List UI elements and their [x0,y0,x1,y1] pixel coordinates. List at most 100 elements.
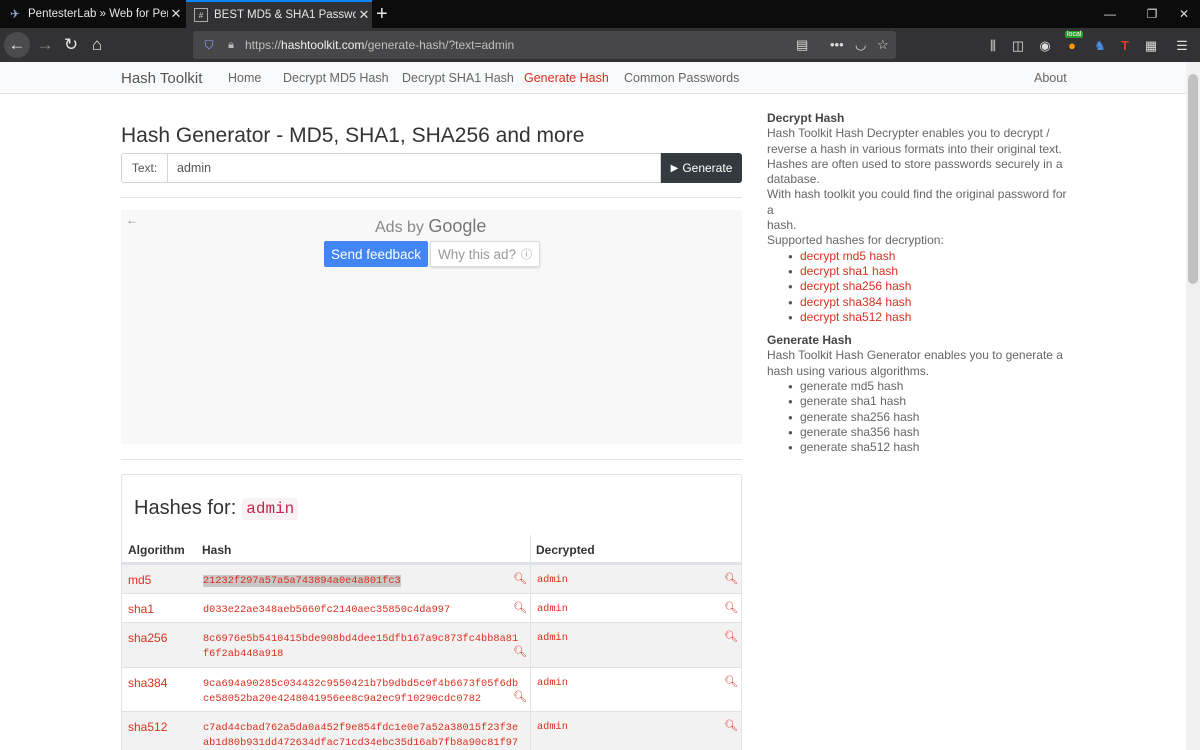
search-icon[interactable]: 🔍︎ [513,572,527,585]
close-icon[interactable]: ✕ [168,6,184,22]
page-actions-icon[interactable]: ••• [830,31,844,59]
algorithm-link[interactable]: md5 [128,573,151,587]
ad-back-arrow-icon[interactable]: ← [126,213,138,227]
decrypt-sha256-link[interactable]: decrypt sha256 hash [800,279,911,293]
search-icon[interactable]: 🔍︎ [724,675,738,688]
decrypted-value[interactable]: admin [537,574,568,586]
nav-generate-hash[interactable]: Generate Hash [524,71,609,85]
search-icon[interactable]: 🔍︎ [724,601,738,614]
search-icon[interactable]: 🔍︎ [724,572,738,585]
account-icon[interactable]: ◉ [1035,37,1055,55]
decrypted-value[interactable]: admin [537,721,568,733]
page-title: Hash Generator - MD5, SHA1, SHA256 and m… [121,124,585,147]
restore-icon[interactable]: ❐ [1134,0,1170,28]
table-row: md5 21232f297a57a5a743894a0e4a801fc3 🔍︎ … [122,564,741,594]
home-icon[interactable]: ⌂ [84,32,110,58]
decrypted-value[interactable]: admin [537,632,568,644]
algorithm-link[interactable]: sha256 [128,631,167,645]
nav-home[interactable]: Home [228,71,261,85]
header-decrypted: Decrypted [530,535,741,564]
text-input[interactable]: admin [167,153,661,183]
why-this-ad-button[interactable]: Why this ad? ⓘ [430,241,540,267]
library-icon[interactable]: ⫼ [983,37,1003,55]
pentesterlab-favicon-icon: ✈ [9,7,21,21]
hash-value[interactable]: 8c6976e5b5410415bde908bd4dee15dfb167a9c8… [203,632,523,662]
list-item: decrypt md5 hash [788,249,1067,265]
pocket-icon[interactable]: ◡ [855,31,866,59]
close-icon[interactable]: ✕ [356,7,372,23]
decrypted-value[interactable]: admin [537,603,568,615]
reader-view-icon[interactable]: ▤ [796,31,808,59]
minimize-icon[interactable]: — [1092,0,1128,28]
decrypt-sha1-link[interactable]: decrypt sha1 hash [800,264,898,278]
algorithm-link[interactable]: sha1 [128,602,154,616]
window-close-icon[interactable]: ✕ [1166,0,1200,28]
search-icon[interactable]: 🔍︎ [513,690,527,703]
ads-by-google: Ads by Google [375,216,487,236]
lock-icon[interactable]: 🔒︎ [223,39,239,52]
column-separator [530,565,531,594]
list-item: generate sha1 hash [788,394,1067,410]
list-item: generate sha356 hash [788,425,1067,441]
sidebar: Decrypt Hash Hash Toolkit Hash Decrypter… [767,111,1067,456]
extension-t-icon[interactable]: T [1115,37,1135,55]
nav-decrypt-sha1[interactable]: Decrypt SHA1 Hash [402,71,514,85]
algorithm-link[interactable]: sha384 [128,676,167,690]
menu-icon[interactable]: ☰ [1172,37,1192,55]
hash-value[interactable]: 21232f297a57a5a743894a0e4a801fc3 [203,574,523,589]
hash-value[interactable]: d033e22ae348aeb5660fc2140aec35850c4da997 [203,603,523,618]
browser-toolbar: ← → ↻ ⌂ ⛉ 🔒︎ https://hashtoolkit.com/gen… [0,28,1200,62]
tracking-shield-icon[interactable]: ⛉ [199,38,219,53]
scrollbar-thumb[interactable] [1188,74,1198,284]
nav-decrypt-md5[interactable]: Decrypt MD5 Hash [283,71,389,85]
search-icon[interactable]: 🔍︎ [724,630,738,643]
table-row: sha1 d033e22ae348aeb5660fc2140aec35850c4… [122,593,741,623]
search-icon[interactable]: 🔍︎ [513,645,527,658]
generate-items-list: generate md5 hash generate sha1 hash gen… [788,379,1067,456]
text-label: Text: [121,153,167,183]
list-item: decrypt sha256 hash [788,279,1067,295]
bookmark-star-icon[interactable]: ☆ [877,31,889,59]
table-row: sha384 9ca694a90285c034432c9550421b7b9db… [122,667,741,712]
reload-icon[interactable]: ↻ [58,32,84,58]
column-separator [530,594,531,623]
site-brand[interactable]: Hash Toolkit [121,70,202,87]
search-icon[interactable]: 🔍︎ [724,719,738,732]
table-row: sha256 8c6976e5b5410415bde908bd4dee15dfb… [122,622,741,668]
extension-icon[interactable]: ♞ [1090,37,1110,55]
decrypt-hash-heading: Decrypt Hash [767,111,845,125]
send-feedback-button[interactable]: Send feedback [324,241,428,267]
decrypt-md5-link[interactable]: decrypt md5 hash [800,249,895,263]
browser-tabbar: ✈ PentesterLab » Web for Pentest ✕ # BES… [0,0,1200,28]
column-separator [530,623,531,668]
hashes-title: Hashes for: admin [134,497,299,520]
url-text[interactable]: https://hashtoolkit.com/generate-hash/?t… [245,38,514,52]
divider [121,197,742,198]
hashes-word: admin [242,497,299,520]
generate-button[interactable]: ▶ Generate [661,153,742,183]
foxyproxy-icon[interactable]: ● [1062,37,1082,55]
tab-pentesterlab[interactable]: ✈ PentesterLab » Web for Pentest ✕ [0,0,184,28]
decrypt-links-list: decrypt md5 hash decrypt sha1 hash decry… [788,249,1067,326]
decrypt-sha512-link[interactable]: decrypt sha512 hash [800,310,911,324]
list-item: decrypt sha384 hash [788,295,1067,311]
hash-value[interactable]: c7ad44cbad762a5da0a452f9e854fdc1e0e7a52a… [203,721,523,750]
decrypted-value[interactable]: admin [537,677,568,689]
back-arrow-icon[interactable]: ← [4,32,30,58]
extensions-grid-icon[interactable]: ▦ [1141,37,1161,55]
address-bar[interactable]: ⛉ 🔒︎ https://hashtoolkit.com/generate-ha… [193,31,896,59]
nav-about[interactable]: About [1034,71,1067,85]
algorithm-link[interactable]: sha512 [128,720,167,734]
nav-common-passwords[interactable]: Common Passwords [624,71,739,85]
hash-value[interactable]: 9ca694a90285c034432c9550421b7b9dbd5c0f4b… [203,677,523,707]
new-tab-plus-icon[interactable]: + [376,3,388,26]
search-icon[interactable]: 🔍︎ [513,601,527,614]
decrypt-sha384-link[interactable]: decrypt sha384 hash [800,295,911,309]
tab-hashtoolkit[interactable]: # BEST MD5 & SHA1 Password D ✕ [186,0,372,28]
forward-arrow-icon[interactable]: → [32,32,58,58]
sidebar-icon[interactable]: ◫ [1008,37,1028,55]
site-navbar: Hash Toolkit Home Decrypt MD5 Hash Decry… [0,62,1186,94]
header-algorithm: Algorithm [122,535,196,564]
generate-button-label: Generate [682,161,733,175]
play-icon: ▶ [670,162,679,174]
